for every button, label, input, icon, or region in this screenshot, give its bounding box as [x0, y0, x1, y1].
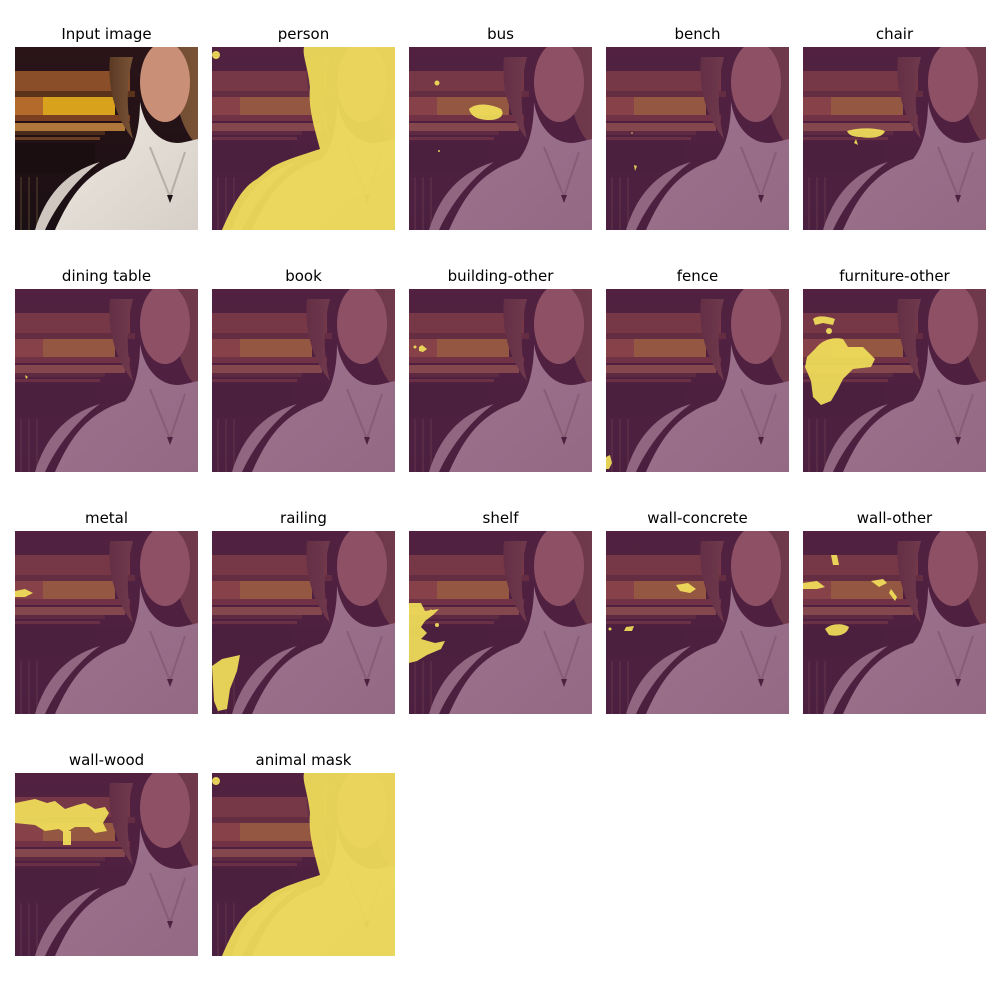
mask-overlay-image [803, 531, 986, 714]
panel-title: wall-other [856, 509, 933, 527]
mask-overlay-image [212, 773, 395, 956]
panel-title: wall-concrete [647, 509, 748, 527]
panel-title: animal mask [255, 751, 352, 769]
mask-overlay-image [15, 289, 198, 472]
panel-title: chair [875, 25, 914, 43]
mask-overlay-image [409, 47, 592, 230]
mask-overlay-image [212, 289, 395, 472]
mask-overlay-image [15, 531, 198, 714]
mask-overlay-image [606, 289, 789, 472]
panel-title: railing [280, 509, 327, 527]
mask-overlay-image [212, 47, 395, 230]
panel-title: Input image [61, 25, 152, 43]
panel-title: fence [676, 267, 719, 285]
mask-overlay-image [803, 47, 986, 230]
mask-overlay-image [803, 289, 986, 472]
mask-overlay-image [606, 531, 789, 714]
panel-title: shelf [482, 509, 519, 527]
panel-title: book [285, 267, 322, 285]
mask-overlay-image [409, 289, 592, 472]
mask-overlay-image [15, 773, 198, 956]
panel-title: bench [674, 25, 721, 43]
mask-overlay-image [212, 531, 395, 714]
panel-title: person [277, 25, 330, 43]
mask-overlay-image [606, 47, 789, 230]
panel-title: building-other [447, 267, 554, 285]
panel-title: furniture-other [839, 267, 950, 285]
mask-overlay-image [409, 531, 592, 714]
panel-title: dining table [61, 267, 152, 285]
panel-title: bus [487, 25, 514, 43]
panel-title: metal [84, 509, 129, 527]
panel-title: wall-wood [68, 751, 145, 769]
input-image [15, 47, 198, 230]
